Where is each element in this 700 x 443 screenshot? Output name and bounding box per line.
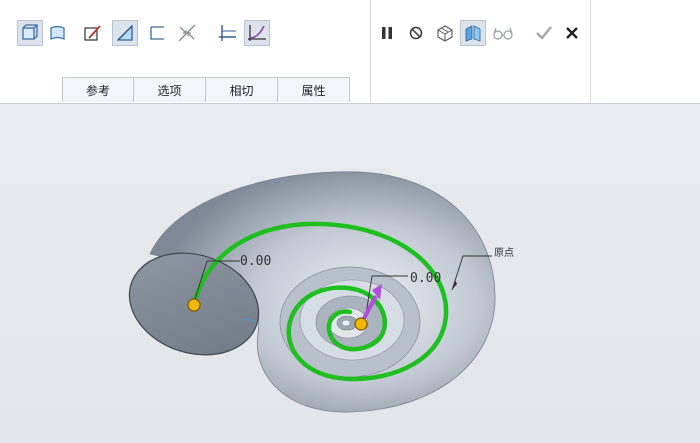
feature-preview-icon[interactable] bbox=[460, 20, 486, 46]
constant-section-icon[interactable] bbox=[214, 20, 240, 46]
svg-text:0.00: 0.00 bbox=[240, 254, 271, 269]
pause-icon[interactable] bbox=[374, 20, 400, 46]
remove-material-icon[interactable] bbox=[112, 20, 138, 46]
verify-mode-icon[interactable] bbox=[432, 20, 458, 46]
glasses-icon[interactable] bbox=[490, 20, 516, 46]
sketch-icon[interactable] bbox=[80, 20, 106, 46]
thicken-icon[interactable] bbox=[145, 20, 171, 46]
tab-properties[interactable]: 属性 bbox=[278, 77, 350, 102]
confirm-check-icon[interactable] bbox=[531, 20, 557, 46]
solid-icon[interactable] bbox=[17, 20, 43, 46]
group-separator bbox=[370, 0, 371, 103]
flip-direction-icon[interactable] bbox=[174, 20, 200, 46]
start-point-center[interactable] bbox=[354, 317, 368, 331]
svg-text:原点: 原点 bbox=[494, 247, 514, 259]
graphics-viewport[interactable]: 0.00 0.00 原点 bbox=[0, 104, 700, 443]
surface-icon[interactable] bbox=[45, 20, 71, 46]
dashboard-tabs: 参考 选项 相切 属性 bbox=[62, 77, 350, 103]
cancel-x-icon[interactable] bbox=[559, 20, 585, 46]
variable-section-icon[interactable] bbox=[244, 20, 270, 46]
group-separator bbox=[590, 0, 591, 103]
no-preview-icon[interactable] bbox=[403, 20, 429, 46]
svg-text:0.00: 0.00 bbox=[410, 271, 441, 286]
tab-tangency[interactable]: 相切 bbox=[206, 77, 278, 102]
dashboard-ribbon: 参考 选项 相切 属性 bbox=[0, 0, 700, 104]
tab-references[interactable]: 参考 bbox=[62, 77, 134, 102]
tab-options[interactable]: 选项 bbox=[134, 77, 206, 102]
start-point-left[interactable] bbox=[187, 298, 201, 312]
spiral-shell-model[interactable] bbox=[116, 171, 496, 413]
